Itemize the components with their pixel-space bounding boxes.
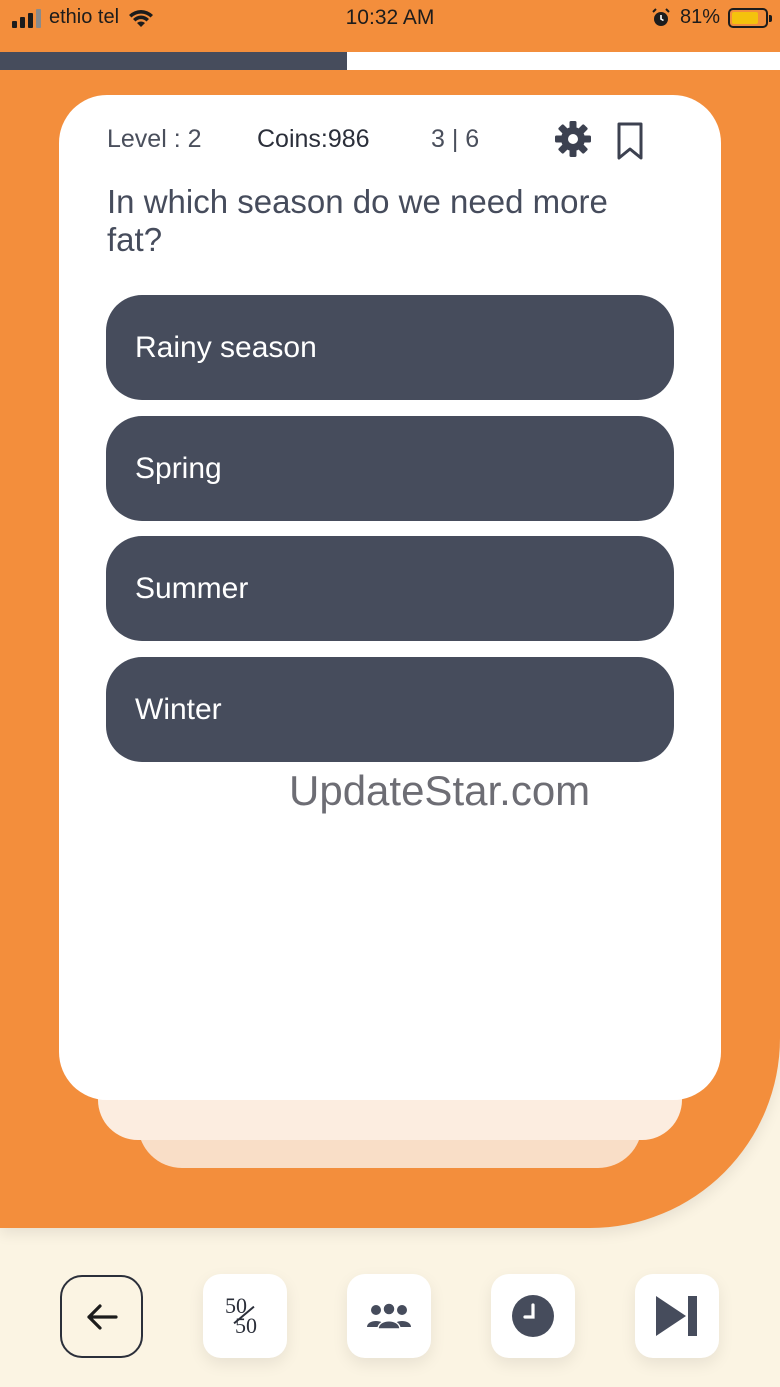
status-right: 81% [650, 6, 772, 29]
question-text: In which season do we need more fat? [107, 183, 608, 258]
fifty-fifty-icon: 50 50 [223, 1294, 267, 1338]
quiz-progress-bar [0, 52, 780, 70]
watermark: UpdateStar.com [289, 767, 591, 814]
bookmark-icon[interactable] [615, 121, 645, 161]
battery-fill [732, 11, 758, 24]
battery-percent: 81% [679, 6, 720, 28]
card-header: Level : 2 Coins:986 3 | 6 [107, 119, 667, 163]
level-label: Level : 2 [107, 125, 202, 153]
skip-next-icon [656, 1296, 697, 1336]
answer-option-label: Rainy season [135, 330, 317, 364]
answer-option-3[interactable]: Summer [106, 536, 674, 641]
status-bar: ethio tel 10:32 AM 81% [0, 0, 780, 40]
gear-icon[interactable] [553, 119, 593, 159]
answer-option-label: Winter [135, 692, 222, 726]
people-icon [367, 1302, 411, 1330]
quiz-progress-fill [0, 52, 348, 70]
back-button[interactable] [60, 1275, 143, 1358]
timer-button[interactable] [491, 1274, 575, 1358]
answer-option-1[interactable]: Rainy season [106, 295, 674, 400]
arrow-left-icon [86, 1303, 118, 1330]
question-counter: 3 | 6 [431, 125, 480, 153]
clock-icon [512, 1295, 554, 1337]
question-card: Level : 2 Coins:986 3 | 6 In which seaso… [59, 95, 721, 1100]
answer-option-label: Summer [135, 571, 249, 605]
fifty-bottom: 50 [235, 1313, 257, 1338]
battery-icon [728, 7, 772, 28]
coins-label: Coins:986 [257, 125, 370, 153]
fifty-fifty-button[interactable]: 50 50 [203, 1274, 287, 1358]
answer-option-4[interactable]: Winter [106, 657, 674, 762]
skip-button[interactable] [635, 1274, 719, 1358]
answer-option-label: Spring [135, 451, 222, 485]
answer-option-2[interactable]: Spring [106, 416, 674, 521]
audience-poll-button[interactable] [347, 1274, 431, 1358]
alarm-icon [652, 7, 670, 26]
